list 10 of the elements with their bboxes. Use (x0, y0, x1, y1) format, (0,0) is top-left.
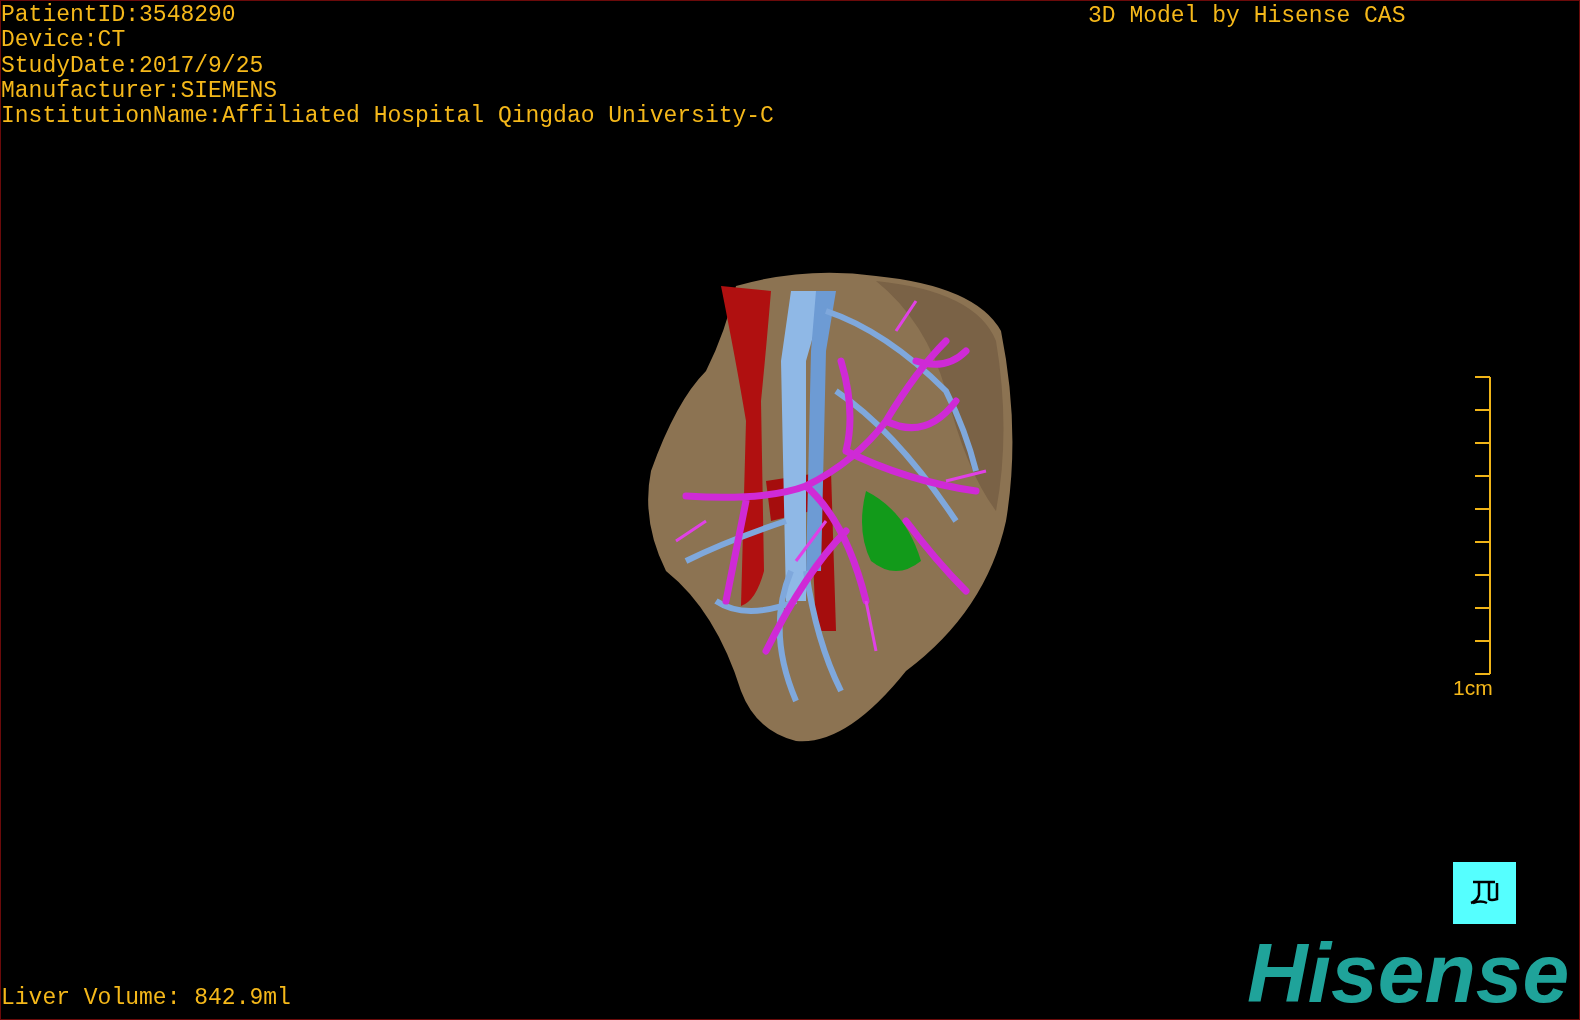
info-text: PatientID:3548290 (1, 3, 237, 28)
viewer-title: 3D Model by Hisense CAS (1088, 3, 1406, 29)
scale-label: 1cm (1453, 677, 1493, 699)
info-text: Device:CT (1, 28, 127, 54)
brand-logo: Hisense (1247, 931, 1570, 1015)
liver-volume-text: Liver Volume: 842.9ml (1, 985, 291, 1011)
info-text: Manufacturer:SIEMENS (1, 78, 279, 104)
info-text: StudyDate:2017/9/25 (1, 53, 265, 79)
info-text: InstitutionName:Affiliated Hospital Qingdao University-C (1, 104, 774, 130)
view-button[interactable] (1453, 862, 1516, 924)
